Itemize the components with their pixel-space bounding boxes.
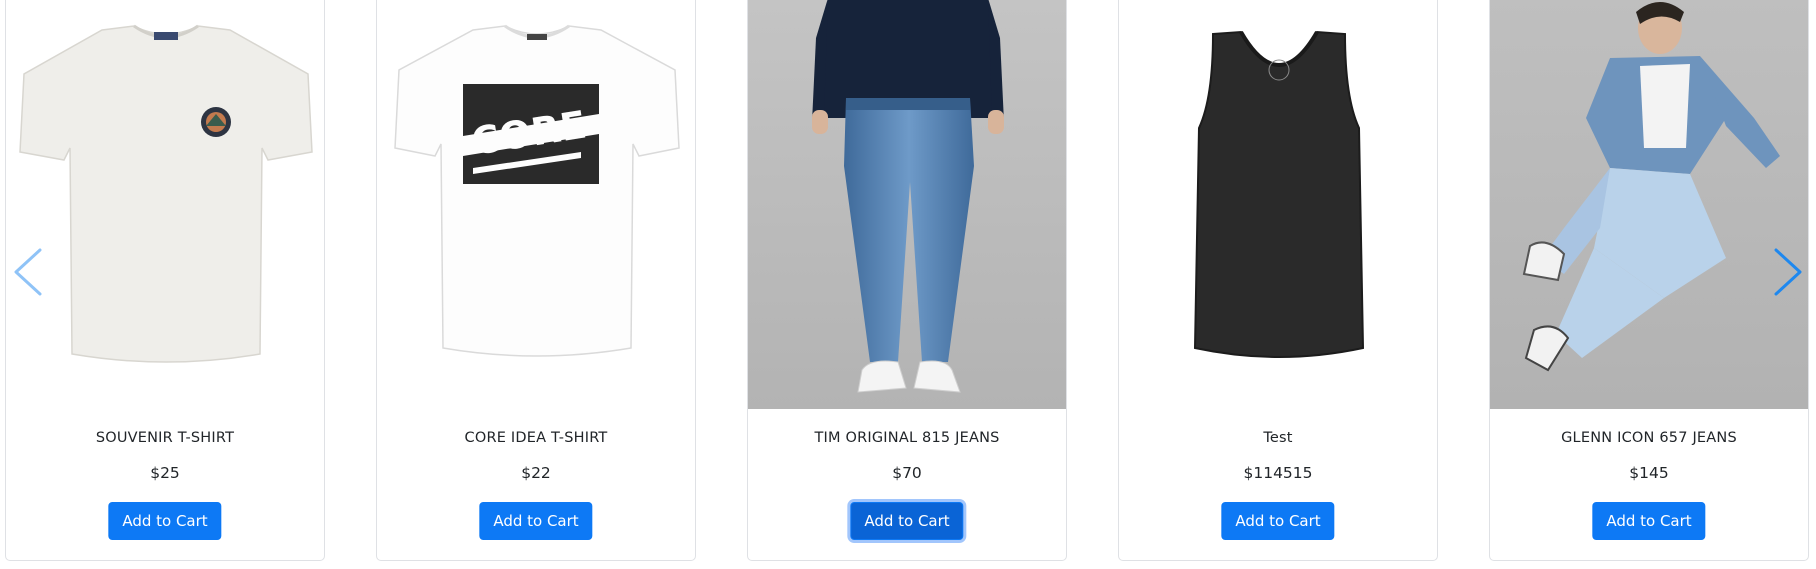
product-name: SOUVENIR T-SHIRT xyxy=(95,430,235,446)
product-price: $145 xyxy=(1629,464,1669,482)
product-image-souvenir-tshirt[interactable] xyxy=(6,0,324,409)
product-name: CORE IDEA T-SHIRT xyxy=(464,430,608,446)
product-price: $22 xyxy=(521,464,551,482)
product-image-tim-original-815-jeans[interactable] xyxy=(748,0,1066,409)
product-price: $25 xyxy=(150,464,180,482)
add-to-cart-button[interactable]: Add to Cart xyxy=(479,502,593,540)
add-to-cart-button[interactable]: Add to Cart xyxy=(1221,502,1335,540)
product-card: SOUVENIR T-SHIRT $25 Add to Cart xyxy=(5,0,325,561)
product-price: $70 xyxy=(892,464,922,482)
product-name: TIM ORIGINAL 815 JEANS xyxy=(814,430,1000,446)
product-image-glenn-icon-657-jeans[interactable] xyxy=(1490,0,1808,409)
add-to-cart-button[interactable]: Add to Cart xyxy=(850,502,964,540)
product-price: $114515 xyxy=(1243,464,1313,482)
product-name: GLENN ICON 657 JEANS xyxy=(1561,430,1737,446)
product-card: Test $114515 Add to Cart xyxy=(1118,0,1438,561)
add-to-cart-button[interactable]: Add to Cart xyxy=(1592,502,1706,540)
add-to-cart-button[interactable]: Add to Cart xyxy=(108,502,222,540)
chevron-left-icon[interactable] xyxy=(10,246,46,298)
product-carousel: SOUVENIR T-SHIRT $25 Add to Cart CORE CO… xyxy=(0,0,1816,569)
product-card: CORE CORE IDEA T-SHIRT $22 Add to Cart xyxy=(376,0,696,561)
product-card: GLENN ICON 657 JEANS $145 Add to Cart xyxy=(1489,0,1809,561)
chevron-right-icon[interactable] xyxy=(1770,246,1806,298)
product-card: TIM ORIGINAL 815 JEANS $70 Add to Cart xyxy=(747,0,1067,561)
product-name: Test xyxy=(1263,430,1293,446)
product-image-core-idea-tshirt[interactable]: CORE xyxy=(377,0,695,409)
product-image-test[interactable] xyxy=(1119,0,1437,409)
